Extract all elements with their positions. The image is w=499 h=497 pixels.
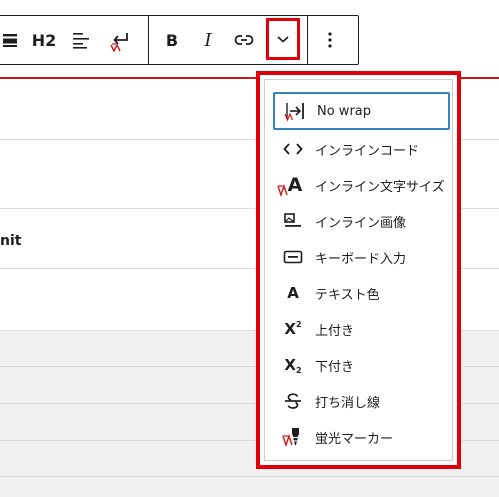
menu-item-label: テキスト色 (315, 287, 380, 303)
line-break-button[interactable] (103, 16, 137, 64)
menu-item-label: 打ち消し線 (315, 395, 381, 411)
text-color-icon: A (281, 281, 305, 305)
inline-image-icon (281, 209, 305, 233)
menu-item-keyboard-input[interactable]: キーボード入力 (273, 238, 450, 276)
toolbar-separator (307, 16, 308, 64)
subscript-glyph: X (284, 356, 296, 374)
line-break-icon (110, 33, 128, 52)
superscript-number: 2 (296, 320, 302, 329)
menu-item-text-color[interactable]: A テキスト色 (273, 274, 450, 312)
heading-level-button[interactable]: H2 (27, 16, 61, 64)
keyboard-icon (281, 245, 305, 269)
italic-button[interactable]: I (194, 16, 222, 64)
code-icon (281, 137, 305, 161)
menu-item-label: インライン画像 (315, 215, 407, 231)
menu-item-label: 蛍光マーカー (315, 431, 394, 447)
bold-button[interactable]: B (157, 16, 187, 64)
text-align-button[interactable] (65, 16, 97, 64)
highlighter-icon (281, 425, 305, 449)
menu-item-no-wrap[interactable]: No wrap (273, 92, 450, 130)
align-icon (3, 34, 17, 47)
italic-label: I (204, 29, 212, 51)
text-align-icon (73, 33, 89, 49)
toolbar-separator (148, 16, 149, 64)
no-wrap-icon (283, 99, 307, 123)
menu-item-label: インライン文字サイズ (315, 179, 445, 195)
menu-item-inline-code[interactable]: インラインコード (273, 130, 450, 168)
link-icon (234, 35, 254, 45)
font-size-icon: A (277, 173, 305, 197)
subscript-icon: X2 (281, 353, 305, 377)
text-color-glyph: A (287, 284, 299, 302)
font-size-glyph: A (287, 174, 303, 196)
bold-label: B (165, 30, 179, 50)
subscript-number: 2 (296, 366, 302, 375)
menu-item-superscript[interactable]: X2 上付き (273, 310, 450, 348)
menu-item-inline-image[interactable]: インライン画像 (273, 202, 450, 240)
menu-item-label: インラインコード (315, 143, 420, 159)
superscript-glyph: X (284, 320, 296, 338)
strikethrough-icon (281, 389, 305, 413)
format-dropdown-menu: No wrap インラインコード A インライン文字サイズ インライン画像 キー… (256, 71, 461, 469)
menu-item-label: 上付き (315, 323, 355, 339)
align-button[interactable] (0, 16, 21, 64)
table-cell-text: nit (0, 233, 22, 249)
menu-item-strikethrough[interactable]: 打ち消し線 (273, 382, 450, 420)
menu-item-label: No wrap (317, 103, 372, 119)
menu-item-highlighter[interactable]: 蛍光マーカー (273, 418, 450, 456)
heading-level-label: H2 (31, 30, 57, 50)
link-button[interactable] (229, 16, 259, 64)
more-vertical-icon (328, 32, 332, 48)
chevron-down-icon (277, 36, 289, 43)
block-toolbar: H2 B I (0, 15, 359, 65)
menu-item-label: 下付き (315, 359, 355, 375)
menu-item-subscript[interactable]: X2 下付き (273, 346, 450, 384)
menu-item-inline-font-size[interactable]: A インライン文字サイズ (273, 166, 450, 204)
more-options-button[interactable] (315, 16, 345, 64)
table-row[interactable] (0, 477, 499, 497)
menu-item-label: キーボード入力 (315, 251, 407, 267)
superscript-icon: X2 (281, 317, 305, 341)
more-formats-button[interactable] (266, 18, 300, 60)
